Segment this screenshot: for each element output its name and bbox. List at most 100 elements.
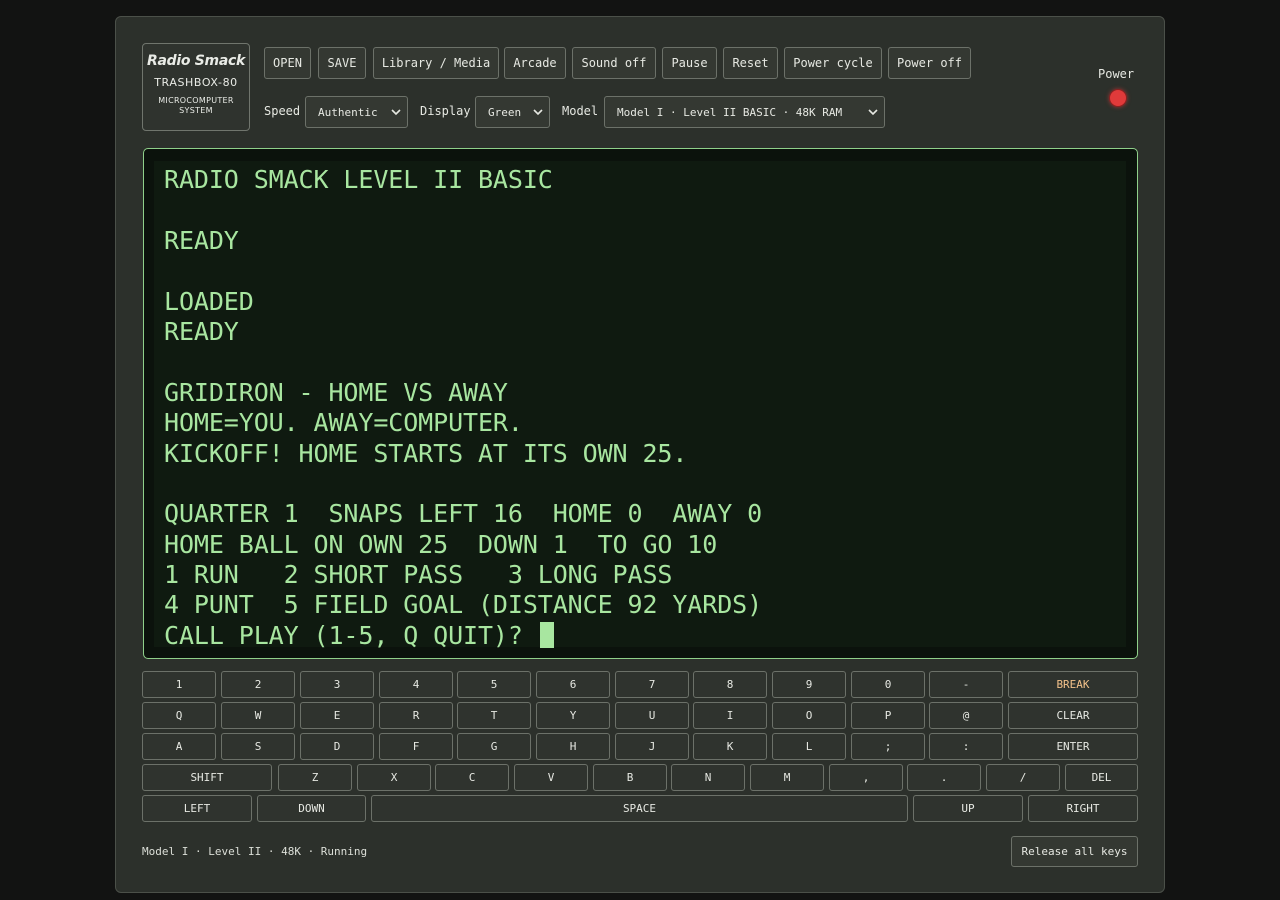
key-v[interactable]: V	[514, 764, 588, 791]
key-minus[interactable]: -	[929, 671, 1003, 698]
key-3[interactable]: 3	[300, 671, 374, 698]
key-z[interactable]: Z	[278, 764, 352, 791]
model-select[interactable]: Model I · Level II BASIC · 48K RAM	[604, 96, 885, 128]
key-9[interactable]: 9	[772, 671, 846, 698]
key-comma[interactable]: ,	[829, 764, 903, 791]
key-slash[interactable]: /	[986, 764, 1060, 791]
key-i[interactable]: I	[693, 702, 767, 729]
terminal-line: LOADED	[164, 286, 254, 316]
terminal-line: RADIO SMACK LEVEL II BASIC	[164, 165, 553, 194]
key-o[interactable]: O	[772, 702, 846, 729]
key-down[interactable]: DOWN	[257, 795, 366, 822]
terminal-output: RADIO SMACK LEVEL II BASIC READY LOADED REA…	[164, 165, 762, 651]
key-right[interactable]: RIGHT	[1028, 795, 1138, 822]
key-w[interactable]: W	[221, 702, 295, 729]
key-k[interactable]: K	[693, 733, 767, 760]
logo-subtitle: MICROCOMPUTER SYSTEM	[158, 96, 234, 116]
logo-brand: Radio Smack	[147, 53, 245, 69]
power-label: Power	[1098, 67, 1135, 81]
key-f[interactable]: F	[379, 733, 453, 760]
emulator-cabinet: Radio Smack TRASHBOX-80 MICROCOMPUTER SY…	[115, 16, 1165, 893]
key-e[interactable]: E	[300, 702, 374, 729]
display-select-value: Green	[488, 105, 522, 119]
key-s[interactable]: S	[221, 733, 295, 760]
crt-display: RADIO SMACK LEVEL II BASIC READY LOADED REA…	[154, 161, 1126, 650]
speed-label: Speed	[264, 104, 301, 118]
key-0[interactable]: 0	[851, 671, 925, 698]
key-l[interactable]: L	[772, 733, 846, 760]
key-at[interactable]: @	[929, 702, 1003, 729]
release-all-keys-button[interactable]: Release all keys	[1011, 836, 1138, 867]
key-p[interactable]: P	[851, 702, 925, 729]
logo-sub-line1: MICROCOMPUTER	[158, 96, 234, 105]
key-space[interactable]: SPACE	[371, 795, 908, 822]
save-button[interactable]: SAVE	[318, 47, 366, 79]
power-cycle-button[interactable]: Power cycle	[784, 47, 882, 79]
logo-sub-line2: SYSTEM	[179, 106, 213, 115]
arcade-button[interactable]: Arcade	[504, 47, 566, 79]
key-1[interactable]: 1	[142, 671, 216, 698]
emulator-screen[interactable]: RADIO SMACK LEVEL II BASIC READY LOADED REA…	[143, 148, 1138, 659]
key-break[interactable]: BREAK	[1008, 671, 1138, 698]
key-c[interactable]: C	[435, 764, 509, 791]
logo-model: TRASHBOX-80	[154, 76, 238, 89]
key-clear[interactable]: CLEAR	[1008, 702, 1138, 729]
key-q[interactable]: Q	[142, 702, 216, 729]
terminal-line: GRIDIRON - HOME VS AWAY	[164, 377, 508, 407]
key-d[interactable]: D	[300, 733, 374, 760]
key-7[interactable]: 7	[615, 671, 689, 698]
key-u[interactable]: U	[615, 702, 689, 729]
key-period[interactable]: .	[907, 764, 981, 791]
key-x[interactable]: X	[357, 764, 431, 791]
library-media-button[interactable]: Library / Media	[373, 47, 499, 79]
key-shift[interactable]: SHIFT	[142, 764, 272, 791]
key-4[interactable]: 4	[379, 671, 453, 698]
key-del[interactable]: DEL	[1065, 764, 1138, 791]
key-y[interactable]: Y	[536, 702, 610, 729]
key-t[interactable]: T	[457, 702, 531, 729]
key-2[interactable]: 2	[221, 671, 295, 698]
chevron-down-icon	[391, 109, 401, 116]
speed-select[interactable]: Authentic	[305, 96, 408, 128]
model-select-value: Model I · Level II BASIC · 48K RAM	[617, 105, 843, 119]
terminal-line: HOME=YOU. AWAY=COMPUTER.	[164, 408, 523, 438]
key-b[interactable]: B	[593, 764, 667, 791]
display-label: Display	[420, 104, 471, 118]
key-colon[interactable]: :	[929, 733, 1003, 760]
terminal-line: CALL PLAY (1-5, Q QUIT)?	[164, 621, 762, 651]
key-enter[interactable]: ENTER	[1008, 733, 1138, 760]
key-h[interactable]: H	[536, 733, 610, 760]
chevron-down-icon	[533, 109, 543, 116]
power-off-button[interactable]: Power off	[888, 47, 971, 79]
key-left[interactable]: LEFT	[142, 795, 252, 822]
terminal-line: 4 PUNT 5 FIELD GOAL (DISTANCE 92 YARDS)	[164, 590, 763, 620]
key-j[interactable]: J	[615, 733, 689, 760]
status-text: Model I · Level II · 48K · Running	[142, 845, 368, 858]
terminal-cursor	[539, 621, 554, 648]
terminal-line: KICKOFF! HOME STARTS AT ITS OWN 25.	[164, 438, 688, 468]
key-semicolon[interactable]: ;	[851, 733, 925, 760]
key-5[interactable]: 5	[457, 671, 531, 698]
key-g[interactable]: G	[457, 733, 531, 760]
terminal-line: HOME BALL ON OWN 25 DOWN 1 TO GO 10	[164, 529, 718, 559]
key-n[interactable]: N	[671, 764, 745, 791]
chevron-down-icon	[868, 109, 878, 116]
terminal-line: READY	[164, 316, 239, 346]
model-label: Model	[562, 104, 599, 118]
speed-select-value: Authentic	[318, 105, 378, 119]
key-a[interactable]: A	[142, 733, 216, 760]
key-up[interactable]: UP	[913, 795, 1023, 822]
sound-toggle-button[interactable]: Sound off	[572, 47, 656, 79]
reset-button[interactable]: Reset	[723, 47, 778, 79]
display-select[interactable]: Green	[475, 96, 550, 128]
pause-button[interactable]: Pause	[662, 47, 717, 79]
key-6[interactable]: 6	[536, 671, 610, 698]
terminal-line: QUARTER 1 SNAPS LEFT 16 HOME 0 AWAY 0	[164, 499, 763, 529]
key-m[interactable]: M	[750, 764, 824, 791]
open-button[interactable]: OPEN	[264, 47, 311, 79]
key-r[interactable]: R	[379, 702, 453, 729]
key-8[interactable]: 8	[693, 671, 767, 698]
